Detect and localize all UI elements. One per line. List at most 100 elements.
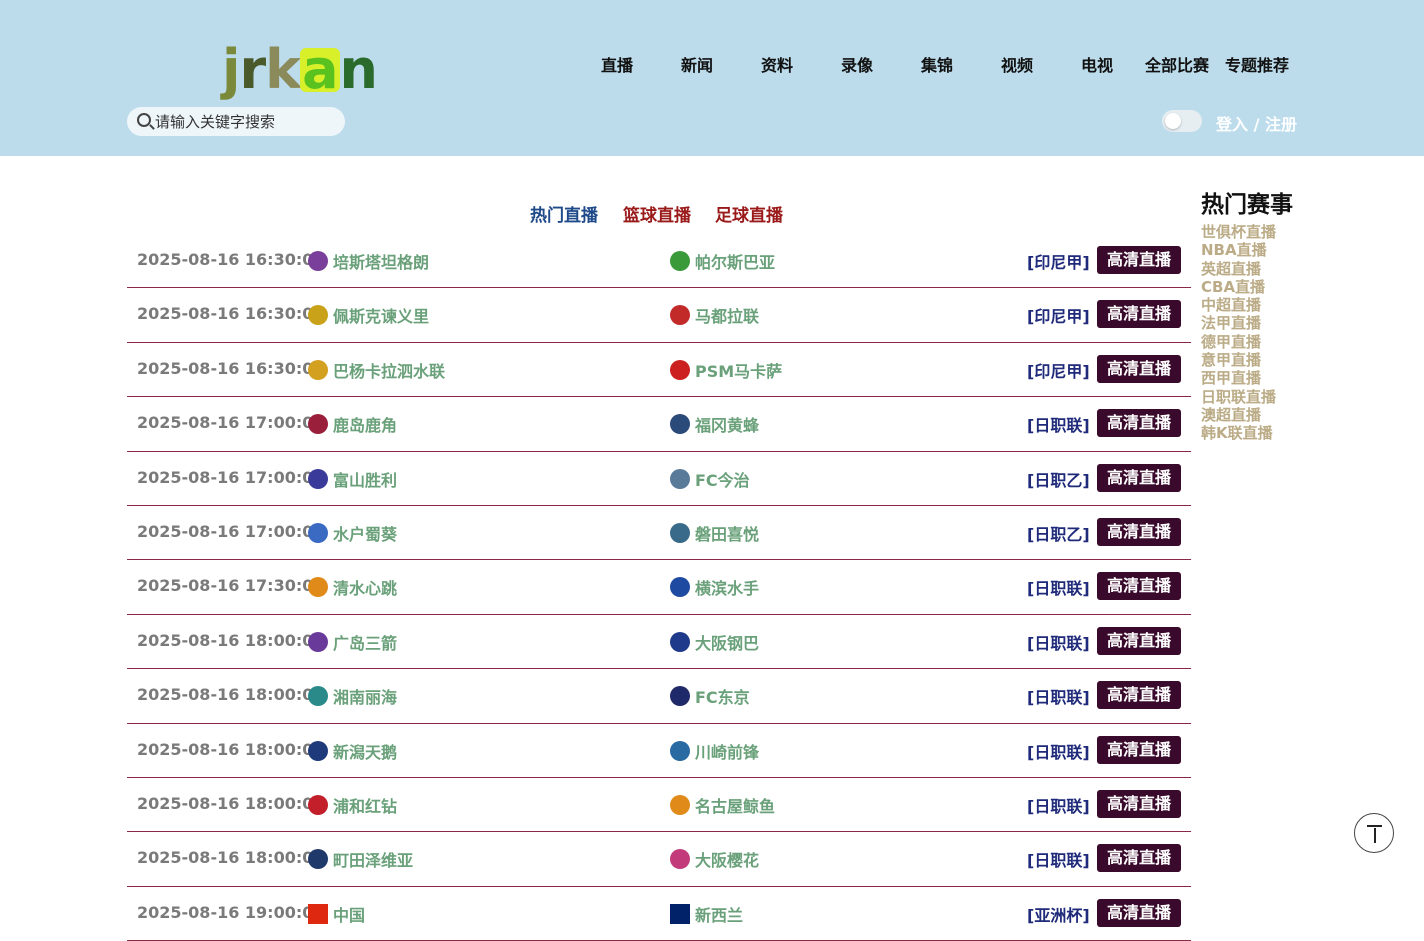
tab-football-live[interactable]: 足球直播 xyxy=(715,201,783,226)
away-team-name[interactable]: FC今治 xyxy=(695,467,750,491)
away-team-name[interactable]: 马都拉联 xyxy=(695,303,759,327)
sidebar-item[interactable]: 中超直播 xyxy=(1201,296,1311,314)
tab-basketball-live[interactable]: 篮球直播 xyxy=(623,201,691,226)
hd-live-button[interactable]: 高清直播 xyxy=(1097,463,1181,492)
sidebar-item[interactable]: 世俱杯直播 xyxy=(1201,223,1311,241)
sidebar-item[interactable]: 日职联直播 xyxy=(1201,388,1311,406)
away-team-name[interactable]: 横滨水手 xyxy=(695,575,759,599)
home-team-name[interactable]: 新潟天鹅 xyxy=(333,739,397,763)
league-tag[interactable]: [日职联] xyxy=(1027,739,1090,763)
match-row[interactable]: 2025-08-16 16:30:00 佩斯克谏义里 马都拉联 [印尼甲] 高清直播 xyxy=(127,288,1191,343)
match-row[interactable]: 2025-08-16 18:00:00 广岛三箭 大阪钢巴 [日职联] 高清直播 xyxy=(127,615,1191,670)
back-to-top-button[interactable] xyxy=(1354,813,1394,853)
home-team-name[interactable]: 广岛三箭 xyxy=(333,630,397,654)
home-team-name[interactable]: 富山胜利 xyxy=(333,467,397,491)
match-list: 2025-08-16 16:30:00 培斯塔坦格朗 帕尔斯巴亚 [印尼甲] 高清直播 2… xyxy=(127,234,1191,941)
hd-live-button[interactable]: 高清直播 xyxy=(1097,409,1181,438)
home-team-name[interactable]: 湘南丽海 xyxy=(333,684,397,708)
nav-item-data[interactable]: 资料 xyxy=(761,52,793,76)
league-tag[interactable]: [印尼甲] xyxy=(1027,358,1090,382)
home-team-name[interactable]: 培斯塔坦格朗 xyxy=(333,249,429,273)
match-time: 2025-08-16 17:00:00 xyxy=(137,467,325,487)
match-row[interactable]: 2025-08-16 17:30:00 清水心跳 横滨水手 [日职联] 高清直播 xyxy=(127,560,1191,615)
nav-item-tv[interactable]: 电视 xyxy=(1081,52,1113,76)
away-team-name[interactable]: PSM马卡萨 xyxy=(695,358,782,382)
away-team-name[interactable]: 磐田喜悦 xyxy=(695,521,759,545)
away-team-name[interactable]: FC东京 xyxy=(695,684,750,708)
league-tag[interactable]: [印尼甲] xyxy=(1027,249,1090,273)
league-tag[interactable]: [日职联] xyxy=(1027,793,1090,817)
search-input[interactable] xyxy=(155,110,335,133)
home-team-name[interactable]: 水户蜀葵 xyxy=(333,521,397,545)
league-tag[interactable]: [日职乙] xyxy=(1027,521,1090,545)
sidebar-item[interactable]: 法甲直播 xyxy=(1201,314,1311,332)
search-icon[interactable] xyxy=(137,113,151,127)
match-row[interactable]: 2025-08-16 17:00:00 水户蜀葵 磐田喜悦 [日职乙] 高清直播 xyxy=(127,506,1191,561)
match-row[interactable]: 2025-08-16 18:00:00 新潟天鹅 川崎前锋 [日职联] 高清直播 xyxy=(127,724,1191,778)
league-tag[interactable]: [日职联] xyxy=(1027,630,1090,654)
hd-live-button[interactable]: 高清直播 xyxy=(1097,898,1181,927)
sidebar-item[interactable]: 澳超直播 xyxy=(1201,406,1311,424)
away-team-logo-icon xyxy=(670,251,690,271)
hd-live-button[interactable]: 高清直播 xyxy=(1097,354,1181,383)
nav-item-all-matches[interactable]: 全部比赛 xyxy=(1145,52,1209,76)
sidebar-item[interactable]: 西甲直播 xyxy=(1201,369,1311,387)
hd-live-button[interactable]: 高清直播 xyxy=(1097,735,1181,764)
league-tag[interactable]: [印尼甲] xyxy=(1027,303,1090,327)
nav-item-news[interactable]: 新闻 xyxy=(681,52,713,76)
hd-live-button[interactable]: 高清直播 xyxy=(1097,300,1181,329)
home-team-name[interactable]: 巴杨卡拉泗水联 xyxy=(333,358,445,382)
nav-item-highlights[interactable]: 集锦 xyxy=(921,52,953,76)
match-row[interactable]: 2025-08-16 16:30:00 培斯塔坦格朗 帕尔斯巴亚 [印尼甲] 高清直播 xyxy=(127,234,1191,289)
sidebar-item[interactable]: NBA直播 xyxy=(1201,241,1311,259)
match-time: 2025-08-16 17:00:00 xyxy=(137,413,325,433)
match-row[interactable]: 2025-08-16 17:00:00 鹿岛鹿角 福冈黄蜂 [日职联] 高清直播 xyxy=(127,397,1191,452)
match-time: 2025-08-16 17:00:00 xyxy=(137,521,325,541)
away-team-logo-icon xyxy=(670,740,690,761)
home-team-name[interactable]: 清水心跳 xyxy=(333,575,397,599)
sidebar-item[interactable]: 韩K联直播 xyxy=(1201,424,1311,442)
league-tag[interactable]: [日职联] xyxy=(1027,412,1090,436)
tab-hot-live[interactable]: 热门直播 xyxy=(530,201,598,226)
league-tag[interactable]: [日职联] xyxy=(1027,684,1090,708)
hd-live-button[interactable]: 高清直播 xyxy=(1097,844,1181,873)
home-team-name[interactable]: 浦和红钻 xyxy=(333,793,397,817)
hd-live-button[interactable]: 高清直播 xyxy=(1097,626,1181,655)
home-team-name[interactable]: 町田泽维亚 xyxy=(333,847,413,871)
sidebar-item[interactable]: 德甲直播 xyxy=(1201,333,1311,351)
away-team-name[interactable]: 新西兰 xyxy=(695,902,743,926)
away-team-name[interactable]: 帕尔斯巴亚 xyxy=(695,249,775,273)
nav-item-live[interactable]: 直播 xyxy=(601,52,633,76)
match-row[interactable]: 2025-08-16 16:30:00 巴杨卡拉泗水联 PSM马卡萨 [印尼甲] 高清直… xyxy=(127,343,1191,398)
match-row[interactable]: 2025-08-16 17:00:00 富山胜利 FC今治 [日职乙] 高清直播 xyxy=(127,452,1191,506)
hd-live-button[interactable]: 高清直播 xyxy=(1097,517,1181,546)
away-team-name[interactable]: 大阪钢巴 xyxy=(695,630,759,654)
match-time: 2025-08-16 16:30:00 xyxy=(137,304,325,324)
sidebar-item[interactable]: 英超直播 xyxy=(1201,260,1311,278)
hd-live-button[interactable]: 高清直播 xyxy=(1097,246,1181,274)
nav-item-video[interactable]: 视频 xyxy=(1001,52,1033,76)
away-team-name[interactable]: 川崎前锋 xyxy=(695,739,759,763)
theme-toggle[interactable] xyxy=(1162,110,1202,132)
away-team-name[interactable]: 名古屋鲸鱼 xyxy=(695,793,775,817)
league-tag[interactable]: [日职联] xyxy=(1027,575,1090,599)
home-team-name[interactable]: 中国 xyxy=(333,902,365,926)
home-team-name[interactable]: 鹿岛鹿角 xyxy=(333,412,397,436)
hd-live-button[interactable]: 高清直播 xyxy=(1097,789,1181,818)
match-row[interactable]: 2025-08-16 18:00:00 湘南丽海 FC东京 [日职联] 高清直播 xyxy=(127,669,1191,724)
match-row[interactable]: 2025-08-16 18:00:00 浦和红钻 名古屋鲸鱼 [日职联] 高清直播 xyxy=(127,778,1191,833)
home-team-name[interactable]: 佩斯克谏义里 xyxy=(333,303,429,327)
league-tag[interactable]: [日职乙] xyxy=(1027,467,1090,491)
login-register-link[interactable]: 登入 / 注册 xyxy=(1216,111,1297,135)
sidebar-item[interactable]: 意甲直播 xyxy=(1201,351,1311,369)
nav-item-featured[interactable]: 专题推荐 xyxy=(1225,52,1289,76)
match-row[interactable]: 2025-08-16 18:00:00 町田泽维亚 大阪樱花 [日职联] 高清直播 xyxy=(127,832,1191,887)
league-tag[interactable]: [亚洲杯] xyxy=(1027,902,1090,926)
away-team-name[interactable]: 福冈黄蜂 xyxy=(695,412,759,436)
nav-item-replay[interactable]: 录像 xyxy=(841,52,873,76)
hd-live-button[interactable]: 高清直播 xyxy=(1097,681,1181,710)
away-team-name[interactable]: 大阪樱花 xyxy=(695,847,759,871)
league-tag[interactable]: [日职联] xyxy=(1027,847,1090,871)
hd-live-button[interactable]: 高清直播 xyxy=(1097,572,1181,601)
sidebar-item[interactable]: CBA直播 xyxy=(1201,278,1311,296)
